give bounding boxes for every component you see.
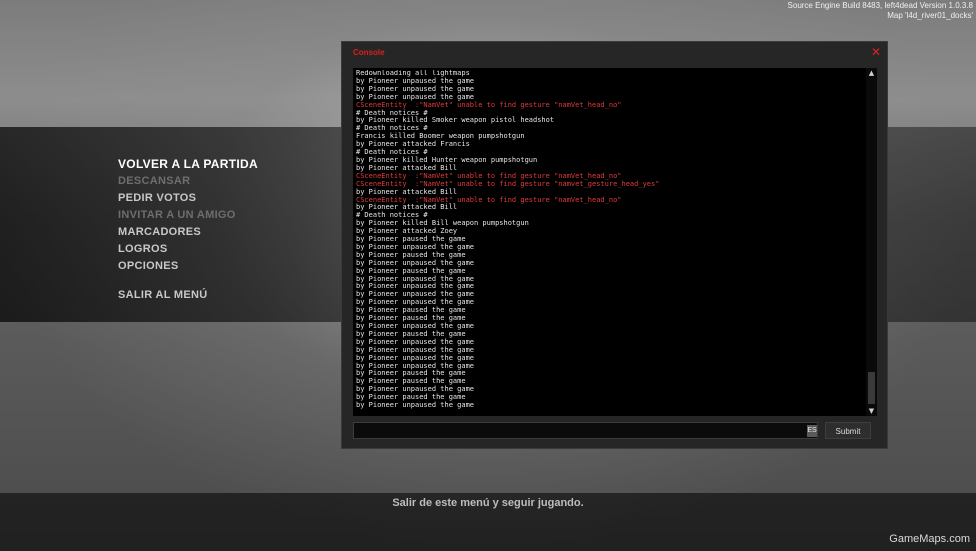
menu-hint-text: Salir de este menú y seguir jugando. <box>392 497 584 509</box>
menu-item-opciones[interactable]: OPCIONES <box>118 258 258 275</box>
console-log-lines: Redownloading all lightmaps by Pioneer un… <box>356 70 863 416</box>
map-name-line: Map 'l4d_river01_docks' <box>887 11 973 20</box>
submit-button[interactable]: Submit <box>825 422 871 439</box>
pause-menu: VOLVER A LA PARTIDA DESCANSAR PEDIR VOTOS I… <box>118 156 258 304</box>
watermark: GameMaps.com <box>889 533 970 545</box>
console-error-line: CSceneEntity :"NamVet" unable to find ge… <box>356 100 622 109</box>
console-line: by Pioneer attacked Bill <box>356 203 458 212</box>
keyboard-language-indicator: ES <box>807 425 817 437</box>
engine-build-info: Source Engine Build 8483, left4dead Vers… <box>788 1 973 21</box>
console-line: by Pioneer attacked Francis <box>356 140 470 149</box>
menu-separator <box>118 275 258 287</box>
console-scrollbar[interactable]: ▲ ▼ <box>866 68 877 416</box>
scroll-up-icon[interactable]: ▲ <box>866 68 877 78</box>
close-icon[interactable]: ✕ <box>871 45 881 59</box>
console-line: by Pioneer killed Smoker weapon pistol h… <box>356 116 555 125</box>
menu-item-logros[interactable]: LOGROS <box>118 241 258 258</box>
console-title: Console <box>353 48 385 57</box>
menu-item-marcadores[interactable]: MARCADORES <box>118 224 258 241</box>
menu-item-descansar: DESCANSAR <box>118 175 191 187</box>
scroll-thumb[interactable] <box>868 372 875 404</box>
console-log[interactable]: Redownloading all lightmaps by Pioneer un… <box>353 68 877 416</box>
menu-item-pedir-votos[interactable]: PEDIR VOTOS <box>118 190 258 207</box>
engine-build-line: Source Engine Build 8483, left4dead Vers… <box>787 1 973 10</box>
menu-item-exit-to-menu[interactable]: SALIR AL MENÚ <box>118 287 258 304</box>
menu-item-volver-a-la-partida[interactable]: VOLVER A LA PARTIDA <box>118 156 258 173</box>
console-line: by Pioneer unpaused the game <box>356 401 475 410</box>
scroll-down-icon[interactable]: ▼ <box>866 406 877 416</box>
console-command-input[interactable] <box>353 422 818 439</box>
menu-item-invitar-a-un-amigo: INVITAR A UN AMIGO <box>118 209 236 221</box>
console-window: Console ✕ Redownloading all lightmaps by … <box>341 41 888 449</box>
